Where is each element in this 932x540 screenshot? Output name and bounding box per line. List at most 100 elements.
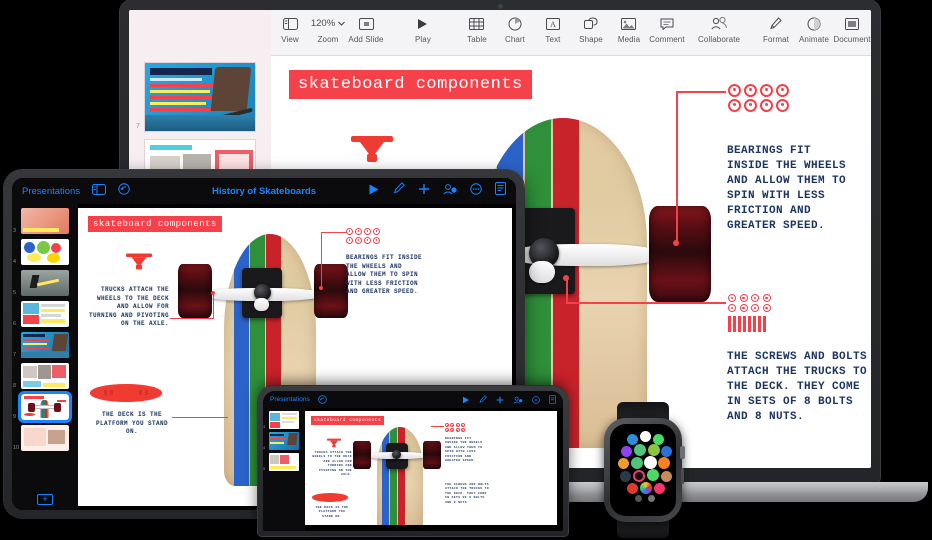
watch-screen[interactable] xyxy=(610,424,676,516)
iphone-slide-canvas[interactable]: skateboard components TRUCKS ATTACH THE … xyxy=(305,411,557,525)
ipad-slide-thumbnail[interactable]: 7 xyxy=(13,332,69,358)
toolbar-table-button[interactable]: Table xyxy=(458,10,496,44)
iphone-slide-thumbnail[interactable]: 4 xyxy=(263,432,299,450)
watch-app-maps[interactable] xyxy=(634,444,646,456)
toolbar-play-label: Play xyxy=(414,35,431,44)
format-brush-icon xyxy=(769,15,783,32)
ipad-back-button[interactable]: Presentations xyxy=(22,186,80,197)
screws-caption[interactable]: THE SCREWS AND BOLTS ATTACH THE TRUCKS T… xyxy=(727,350,869,425)
ipad-slide-thumbnail[interactable]: 5 xyxy=(13,270,69,296)
table-icon xyxy=(469,15,485,32)
ipad-add-slide-button[interactable]: + xyxy=(37,494,53,505)
toolbar-media-button[interactable]: Media xyxy=(610,10,648,44)
watch-app-podcasts[interactable] xyxy=(621,446,632,457)
ipad-truck-glyph-icon xyxy=(126,252,152,276)
ipad-slide-thumbnail[interactable]: 3 xyxy=(13,208,69,234)
watch-app-calendar[interactable] xyxy=(640,431,651,442)
toolbar-shape-button[interactable]: Shape xyxy=(572,10,610,44)
watch-app-world-clock[interactable] xyxy=(618,458,629,469)
iphone-toolbar: Presentations xyxy=(263,391,563,408)
iphone-slide-thumbnail[interactable]: 5 xyxy=(263,453,299,471)
watch-app-small-b[interactable] xyxy=(648,495,655,502)
watch-app-compass[interactable] xyxy=(631,457,643,469)
iphone-more-icon[interactable] xyxy=(532,391,540,409)
watch-app-mail[interactable] xyxy=(661,446,672,457)
ipad-trucks-dot xyxy=(211,291,215,295)
toolbar-collaborate-button[interactable]: Collaborate xyxy=(698,10,740,44)
watch-app-small-a[interactable] xyxy=(635,495,642,502)
animate-icon xyxy=(807,15,821,32)
iphone-slide-number: 4 xyxy=(263,445,266,450)
watch-side-button[interactable] xyxy=(681,468,684,484)
ipad-toolbar: Presentations History of Skateboards xyxy=(12,178,516,204)
ipad-play-icon[interactable] xyxy=(368,182,380,200)
ipad-slide-number: 9 xyxy=(13,414,17,420)
iphone-plus-icon[interactable] xyxy=(496,391,504,409)
watch-app-fitness[interactable] xyxy=(633,470,645,482)
ipad-plus-icon[interactable] xyxy=(418,182,430,200)
ipad-slide-thumbnail[interactable]: 6 xyxy=(13,301,69,327)
toolbar-text-button[interactable]: A Text xyxy=(534,10,572,44)
ipad-document-icon[interactable] xyxy=(495,182,506,200)
ipad-slide-thumbnail[interactable]: 4 xyxy=(13,239,69,265)
screws-leader-dot xyxy=(563,275,569,281)
iphone-slide-title[interactable]: skateboard components xyxy=(306,416,385,429)
ipad-sidebar-icon[interactable] xyxy=(92,182,107,200)
toolbar-view-button[interactable]: View xyxy=(271,10,309,44)
ipad-format-brush-icon[interactable] xyxy=(393,182,405,200)
watch-app-wallet[interactable] xyxy=(620,471,631,482)
ipad-bearings-leader xyxy=(321,232,347,233)
iphone-format-brush-icon[interactable] xyxy=(479,391,487,409)
ipad-bearings-leader-v xyxy=(321,232,322,288)
slide-title[interactable]: skateboard components xyxy=(285,70,532,103)
ipad-undo-icon[interactable] xyxy=(118,182,130,200)
ipad-slide-thumbnail-selected[interactable]: 9 xyxy=(13,391,72,423)
watch-app-messages[interactable] xyxy=(647,469,659,481)
toolbar-animate-button[interactable]: Animate xyxy=(795,10,833,44)
watch-app-weather[interactable] xyxy=(627,434,638,445)
iphone-deck-glyph-icon xyxy=(312,493,348,502)
iphone-document-icon[interactable] xyxy=(549,391,556,409)
bearings-caption[interactable]: BEARINGS FIT INSIDE THE WHEELS AND ALLOW… xyxy=(727,144,851,234)
ipad-slide-navigator[interactable]: 3 4 5 6 7 8 9 10 + xyxy=(12,204,78,510)
sidebar-icon xyxy=(282,15,298,32)
iphone-slide-navigator[interactable]: 3 4 5 xyxy=(263,408,305,531)
toolbar-zoom-control[interactable]: 120% Zoom xyxy=(309,10,347,44)
ipad-slide-thumbnail[interactable]: 8 xyxy=(13,363,69,389)
iphone-undo-icon[interactable] xyxy=(317,391,327,409)
iphone-collaborate-icon[interactable] xyxy=(513,391,523,409)
ipad-slide-number: 7 xyxy=(13,352,17,358)
toolbar-comment-button[interactable]: Comment xyxy=(648,10,686,44)
iphone-toolbar-actions xyxy=(462,391,556,409)
ipad-collaborate-icon[interactable] xyxy=(443,182,457,200)
ipad-slide-title[interactable]: skateboard components xyxy=(84,216,222,236)
slide-thumbnail[interactable]: 7 xyxy=(136,62,256,132)
comment-icon xyxy=(660,15,674,32)
watch-app-activity[interactable] xyxy=(648,444,660,456)
watch-digital-crown[interactable] xyxy=(680,446,685,459)
iphone-back-button[interactable]: Presentations xyxy=(270,396,310,403)
toolbar-view-label: View xyxy=(281,35,299,44)
watch-app-photos-alt[interactable] xyxy=(627,483,638,494)
watch-app-clock[interactable] xyxy=(644,456,657,469)
watch-app-photos[interactable] xyxy=(640,482,652,494)
iphone-play-icon[interactable] xyxy=(462,391,470,409)
screws-leader-line xyxy=(566,302,726,304)
bearings-icon xyxy=(728,84,790,112)
ipad-truck-neck xyxy=(254,298,269,311)
toolbar-play-button[interactable]: Play xyxy=(404,10,442,44)
watch-app-power[interactable] xyxy=(658,457,670,469)
toolbar-chart-button[interactable]: Chart xyxy=(496,10,534,44)
watch-app-music[interactable] xyxy=(654,483,665,494)
ipad-slide-thumbnail[interactable]: 10 xyxy=(13,425,69,451)
toolbar-document-button[interactable]: Document xyxy=(833,10,871,44)
ipad-slide-number: 4 xyxy=(13,259,17,265)
iphone-body: 3 4 5 skateboard components TRUCKS ATTAC… xyxy=(263,408,563,531)
toolbar-format-button[interactable]: Format xyxy=(757,10,795,44)
ipad-more-icon[interactable] xyxy=(470,182,482,200)
skateboard-wheel[interactable] xyxy=(649,206,711,302)
iphone-slide-thumbnail[interactable]: 3 xyxy=(263,411,299,429)
ipad-bearings-caption: BEARINGS FIT INSIDE THE WHEELS AND ALLOW… xyxy=(346,254,423,295)
watch-app-contacts[interactable] xyxy=(661,471,672,482)
toolbar-add-slide-button[interactable]: Add Slide xyxy=(347,10,385,44)
